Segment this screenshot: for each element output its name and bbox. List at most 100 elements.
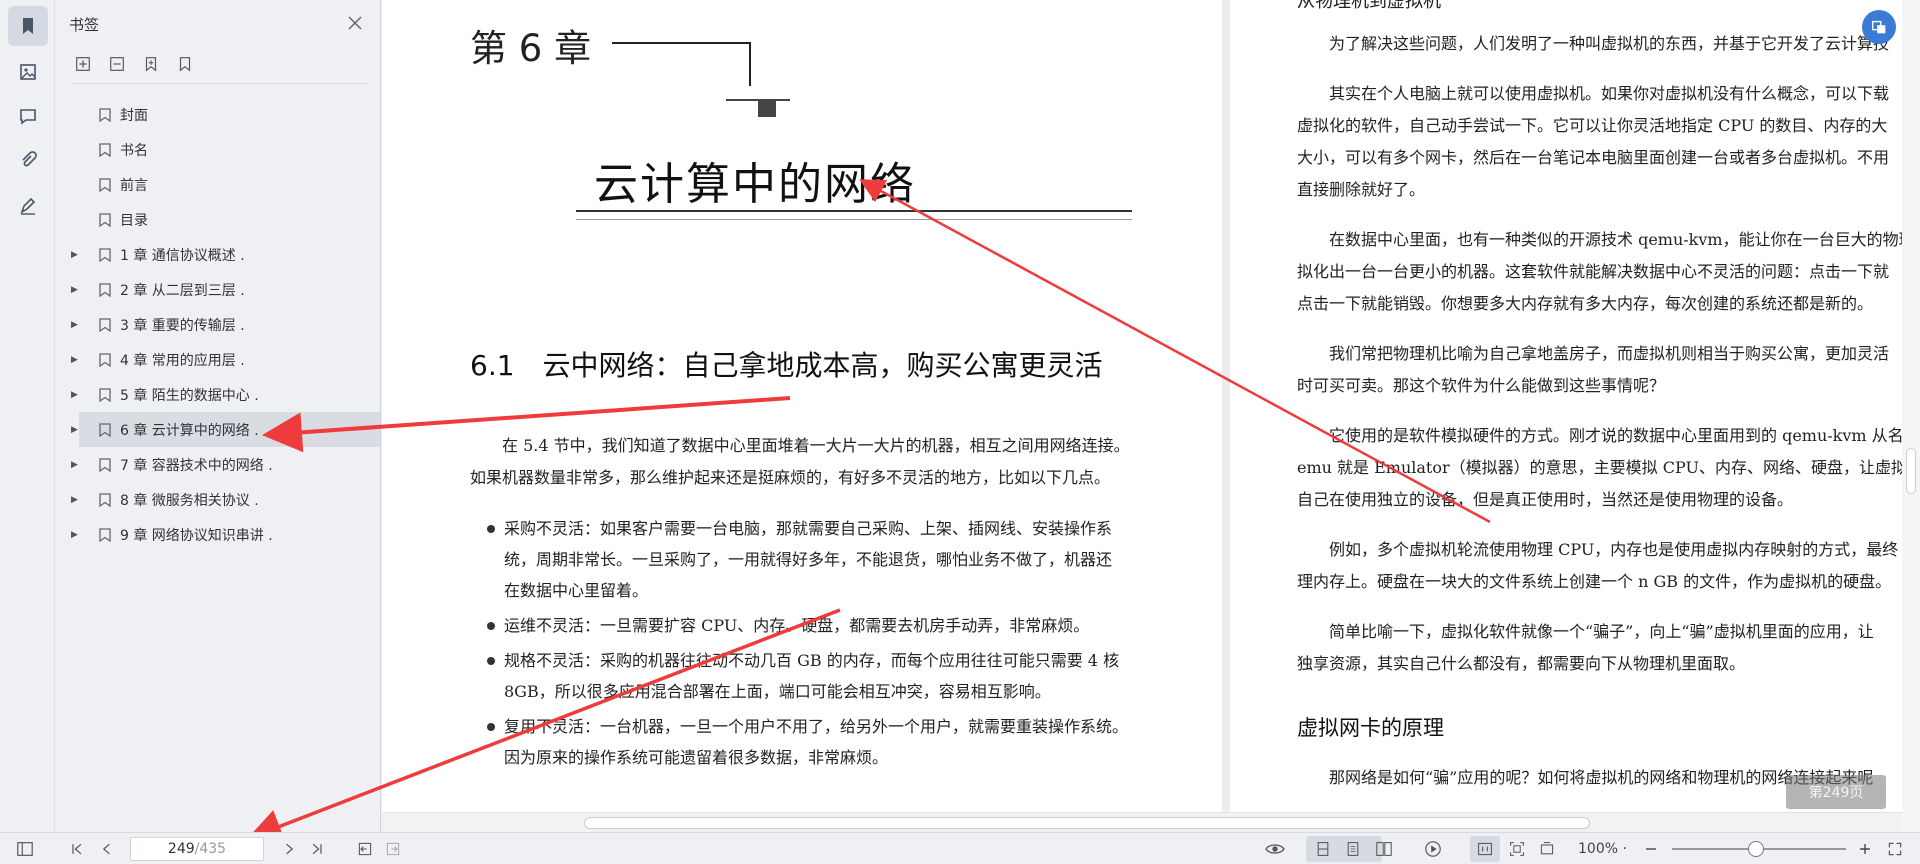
eye-care-icon[interactable] [1262,839,1288,859]
scroll-thumb[interactable] [1906,448,1916,494]
zoom-slider-handle[interactable] [1748,841,1764,857]
bookmark-item[interactable]: ▶ 4 章 常用的应用层 . [55,342,380,377]
go-forward-icon[interactable] [382,839,404,859]
divider [73,83,368,84]
bookmark-item[interactable]: 前言 [55,167,380,202]
text-line: 规格不灵活：采购的机器往往动不动几百 GB 的内存，而每个应用往往可能只需要 4… [504,651,1120,670]
document-view[interactable]: 第 6 章 云计算中的网络 6.1 云中网络：自己拿地成本高，购买公寓更灵活 在… [382,0,1902,812]
bookmark-list: 封面 书名 前言 目录 ▶ 1 章 通信协议概述 . ▶ 2 章 从二层到三层 . ▶ 3 章 重… [55,97,380,552]
bookmark-icon [99,422,111,437]
comment-panel-button[interactable] [8,96,48,136]
bookmark-label: 封面 [120,107,148,124]
go-back-icon[interactable] [354,839,376,859]
text-line: 在数据中心里面，也有一种类似的开源技术 qemu-kvm，能让你在一台巨大的物理 [1297,230,1902,249]
bookmark-item[interactable]: 书名 [55,132,380,167]
bookmark-item[interactable]: ▶ 5 章 陌生的数据中心 . [55,377,380,412]
expand-arrow-icon[interactable]: ▶ [71,285,85,295]
text-line: 如果机器数量非常多，那么维护起来还是挺麻烦的，有好多不灵活的地方，比如以下几点。 [470,468,1111,487]
bookmark-icon [99,107,111,122]
bookmark-icon [99,177,111,192]
bookmark-label: 3 章 重要的传输层 . [120,317,245,334]
thumbnail-panel-button[interactable] [8,52,48,92]
status-bar: 249/435 100% · [0,832,1920,864]
expand-arrow-icon[interactable]: ▶ [71,355,85,365]
zoom-out-icon[interactable] [1642,839,1660,859]
bookmark-item[interactable]: ▶ 3 章 重要的传输层 . [55,307,380,342]
text-line: 简单比喻一下，虚拟化软件就像一个“骗子”，向上“骗”虚拟机里面的应用，让 [1297,622,1874,641]
bullet-item: 采购不灵活：如果客户需要一台电脑，那就需要自己采购、上架、插网线、安装操作系 统，… [487,513,1144,606]
zoom-in-icon[interactable] [1856,839,1874,859]
text-line: 自己在使用独立的设备，但是真正使用时，当然还是使用物理的设备。 [1297,490,1794,509]
bullet-item: 复用不灵活：一台机器，一旦一个用户不用了，给另外一个用户，就需要重装操作系统。因… [487,711,1144,773]
bookmark-label: 5 章 陌生的数据中心 . [120,387,259,404]
floating-tool-button[interactable] [1862,10,1896,44]
scroll-thumb[interactable] [584,817,1590,829]
previous-page-icon[interactable] [96,839,118,859]
bookmark-panel-button[interactable] [8,6,48,46]
bookmark-item[interactable]: ▶ 1 章 通信协议概述 . [55,237,380,272]
expand-arrow-icon[interactable]: ▶ [71,495,85,505]
close-icon[interactable] [346,14,364,32]
fit-page-icon[interactable] [1506,839,1528,859]
panel-title: 书签 [69,16,100,34]
bookmark-item[interactable]: ▶ 9 章 网络协议知识串讲 . [55,517,380,552]
vertical-scrollbar[interactable] [1902,0,1920,832]
bookmark-label: 书名 [120,142,148,159]
bookmark-icon [99,247,111,262]
bookmark-label: 9 章 网络协议知识串讲 . [120,527,273,544]
collapse-all-icon[interactable] [107,54,127,74]
bookmark-icon [99,282,111,297]
expand-arrow-icon[interactable]: ▶ [71,250,85,260]
expand-arrow-icon[interactable]: ▶ [71,320,85,330]
expand-arrow-icon[interactable]: ▶ [71,460,85,470]
bookmark-icon [99,492,111,507]
play-icon[interactable] [1422,839,1444,859]
expand-arrow-icon[interactable]: ▶ [71,530,85,540]
bookmark-label: 8 章 微服务相关协议 . [120,492,259,509]
zoom-level[interactable]: 100% · [1578,841,1627,857]
actual-size-icon[interactable] [1474,839,1496,859]
fullscreen-icon[interactable] [1884,839,1906,859]
expand-arrow-icon[interactable]: ▶ [71,425,85,435]
toggle-sidebar-icon[interactable] [14,839,36,859]
total-pages: /435 [194,841,227,857]
text-line: 独享资源，其实自己什么都没有，都需要向下从物理机里面取。 [1297,654,1746,673]
add-bookmark-icon[interactable] [141,54,161,74]
bookmark-item[interactable]: ▶ 6 章 云计算中的网络 . [71,412,380,447]
bookmark-icon [99,527,111,542]
bookmark-item[interactable]: ▶ 7 章 容器技术中的网络 . [55,447,380,482]
text-line: 虚拟化的软件，自己动手尝试一下。它可以让你灵活地指定 CPU 的数目、内存的大 [1297,116,1888,135]
single-page-icon[interactable] [1342,839,1364,859]
bookmark-icon [99,317,111,332]
bookmark-label: 7 章 容器技术中的网络 . [120,457,273,474]
bookmark-icon [99,352,111,367]
remove-bookmark-icon[interactable] [175,54,195,74]
bookmark-item[interactable]: 目录 [55,202,380,237]
bookmark-item[interactable]: ▶ 2 章 从二层到三层 . [55,272,380,307]
first-page-icon[interactable] [66,839,88,859]
rotate-icon[interactable] [1536,839,1558,859]
page-number-input[interactable]: 249/435 [130,837,264,861]
text-line: emu 就是 Emulator（模拟器）的意思，主要模拟 CPU、内存、网络、硬… [1297,458,1902,477]
bookmark-item[interactable]: 封面 [55,97,380,132]
text-line: 我们常把物理机比喻为自己拿地盖房子，而虚拟机则相当于购买公寓，更加灵活 [1297,344,1890,363]
attachment-panel-button[interactable] [8,140,48,180]
bookmark-icon [99,457,111,472]
text-line: 为了解决这些问题，人们发明了一种叫虚拟机的东西，并基于它开发了云计算技 [1297,34,1890,53]
signature-panel-button[interactable] [8,186,48,226]
title-rule [576,210,1132,212]
expand-arrow-icon[interactable]: ▶ [71,390,85,400]
expand-all-icon[interactable] [73,54,93,74]
last-page-icon[interactable] [306,839,328,859]
bookmark-label: 前言 [120,177,148,194]
left-rail [0,0,55,832]
text-line: 拟化出一台一台更小的机器。这套软件就能解决数据中心不灵活的问题：点击一下就 [1297,262,1890,281]
chapter-number: 第 6 章 [470,27,592,70]
pen-icon [20,197,36,215]
two-page-icon[interactable] [1372,839,1396,859]
next-page-icon[interactable] [278,839,300,859]
bookmark-item[interactable]: ▶ 8 章 微服务相关协议 . [55,482,380,517]
horizontal-scrollbar[interactable] [382,812,1902,832]
continuous-page-icon[interactable] [1312,839,1334,859]
text-line: 统，周期非常长。一旦采购了，一用就得好多年，不能退货，哪怕业务不做了，机器还 [504,550,1113,569]
